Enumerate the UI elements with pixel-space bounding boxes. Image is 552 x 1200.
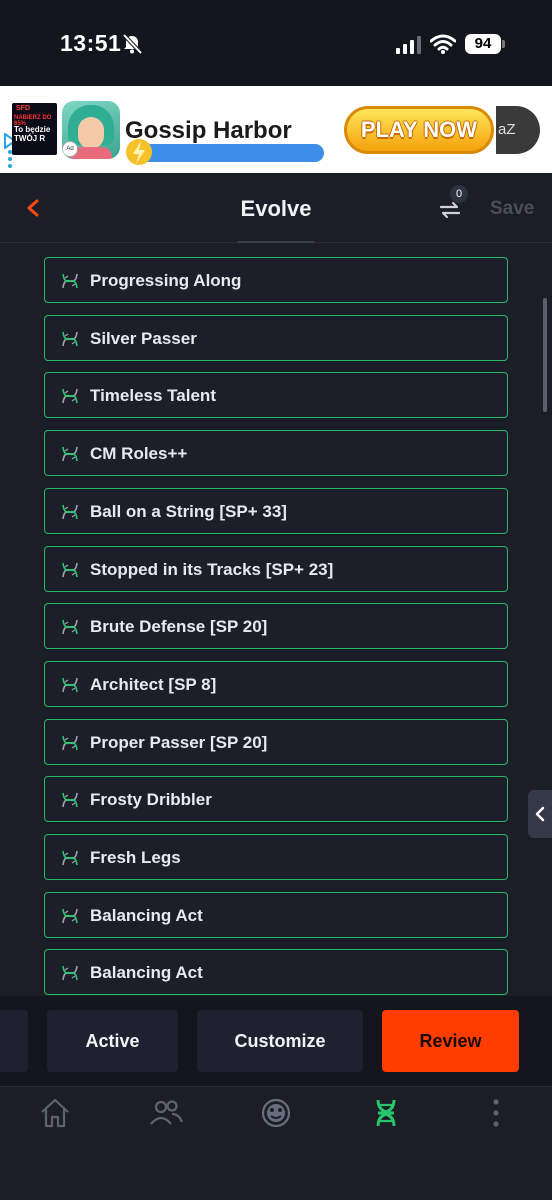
evolution-item-label: Silver Passer — [90, 328, 197, 348]
evolution-item[interactable]: Silver Passer — [44, 314, 508, 361]
battery-indicator: 94 — [465, 34, 501, 54]
signal-icon — [396, 36, 421, 54]
ad-app-icon[interactable]: Ad — [62, 101, 120, 159]
evolutions-icon[interactable] — [372, 1096, 400, 1130]
side-panel-toggle[interactable] — [528, 790, 552, 838]
chevron-left-icon — [535, 806, 545, 822]
evolution-item-label: Stopped in its Tracks [SP+ 23] — [90, 559, 334, 579]
dna-icon — [59, 847, 81, 874]
evolution-item[interactable]: Fresh Legs — [44, 834, 508, 880]
ad-thumbnail[interactable]: SFD NABIERZ DO 65% To będzie TWÓJ R — [12, 103, 57, 155]
dna-icon — [59, 270, 81, 297]
evolution-item-label: Proper Passer [SP 20] — [90, 732, 268, 752]
evolution-item[interactable]: Balancing Act — [44, 891, 508, 938]
dna-icon — [59, 905, 81, 932]
save-button[interactable]: Save — [490, 198, 534, 220]
more-icon[interactable] — [488, 1096, 504, 1130]
home-icon[interactable] — [38, 1096, 72, 1130]
dna-icon — [59, 732, 81, 759]
ad-bolt-icon — [126, 139, 152, 165]
action-button-offscreen[interactable] — [0, 1010, 28, 1072]
ad-progress-bar — [138, 144, 324, 162]
status-time: 13:51 — [60, 30, 122, 56]
dna-icon — [59, 962, 81, 989]
evolution-item-label: Frosty Dribbler — [90, 790, 212, 810]
compare-count-badge: 0 — [450, 185, 468, 203]
ad-play-now-button[interactable]: PLAY NOW — [344, 106, 494, 154]
evolution-item-label: Balancing Act — [90, 905, 203, 925]
evolution-item-label: Balancing Act — [90, 963, 203, 983]
evolution-item-label: Fresh Legs — [90, 848, 181, 867]
wifi-icon — [430, 34, 456, 54]
ad-thumb-brand: SFD — [16, 105, 30, 112]
evolution-item[interactable]: Ball on a String [SP+ 33] — [44, 487, 508, 534]
dna-icon — [59, 385, 81, 412]
page-title: Evolve — [240, 196, 312, 221]
ad-thumb-text: To będzie TWÓJ R — [14, 125, 51, 143]
scrollbar[interactable] — [543, 298, 547, 412]
dna-icon — [59, 616, 81, 643]
evolution-item[interactable]: Timeless Talent — [44, 372, 508, 419]
evolution-item-label: Progressing Along — [90, 271, 242, 290]
evolution-item[interactable]: Stopped in its Tracks [SP+ 23] — [44, 545, 508, 592]
ad-badge: Ad — [62, 141, 78, 157]
evolution-item[interactable]: Progressing Along — [44, 257, 508, 303]
evolution-item[interactable]: Brute Defense [SP 20] — [44, 603, 508, 650]
dna-icon — [59, 789, 81, 816]
evolution-item[interactable]: Architect [SP 8] — [44, 660, 508, 707]
battery-tip — [502, 40, 505, 48]
header-divider — [238, 241, 314, 243]
squad-icon[interactable] — [148, 1096, 184, 1130]
dna-icon — [59, 559, 81, 586]
review-button[interactable]: Review — [382, 1010, 519, 1072]
evolution-item-label: Brute Defense [SP 20] — [90, 617, 268, 637]
dna-icon — [59, 501, 81, 528]
evolution-item-label: Ball on a String [SP+ 33] — [90, 501, 287, 521]
evolution-item[interactable]: CM Roles++ — [44, 430, 508, 477]
evolution-item-label: Timeless Talent — [90, 386, 216, 406]
active-button[interactable]: Active — [47, 1010, 178, 1072]
dna-icon — [59, 674, 81, 701]
evolution-item[interactable]: Frosty Dribbler — [44, 776, 508, 823]
dna-icon — [59, 443, 81, 470]
customize-button[interactable]: Customize — [197, 1010, 363, 1072]
dna-icon — [59, 328, 81, 355]
evolution-item-label: CM Roles++ — [90, 444, 188, 464]
evolution-item-label: Architect [SP 8] — [90, 674, 217, 694]
club-icon[interactable] — [259, 1096, 293, 1130]
evolution-item[interactable]: Balancing Act — [44, 949, 508, 996]
bell-muted-icon — [122, 33, 143, 55]
evolution-item[interactable]: Proper Passer [SP 20] — [44, 718, 508, 765]
